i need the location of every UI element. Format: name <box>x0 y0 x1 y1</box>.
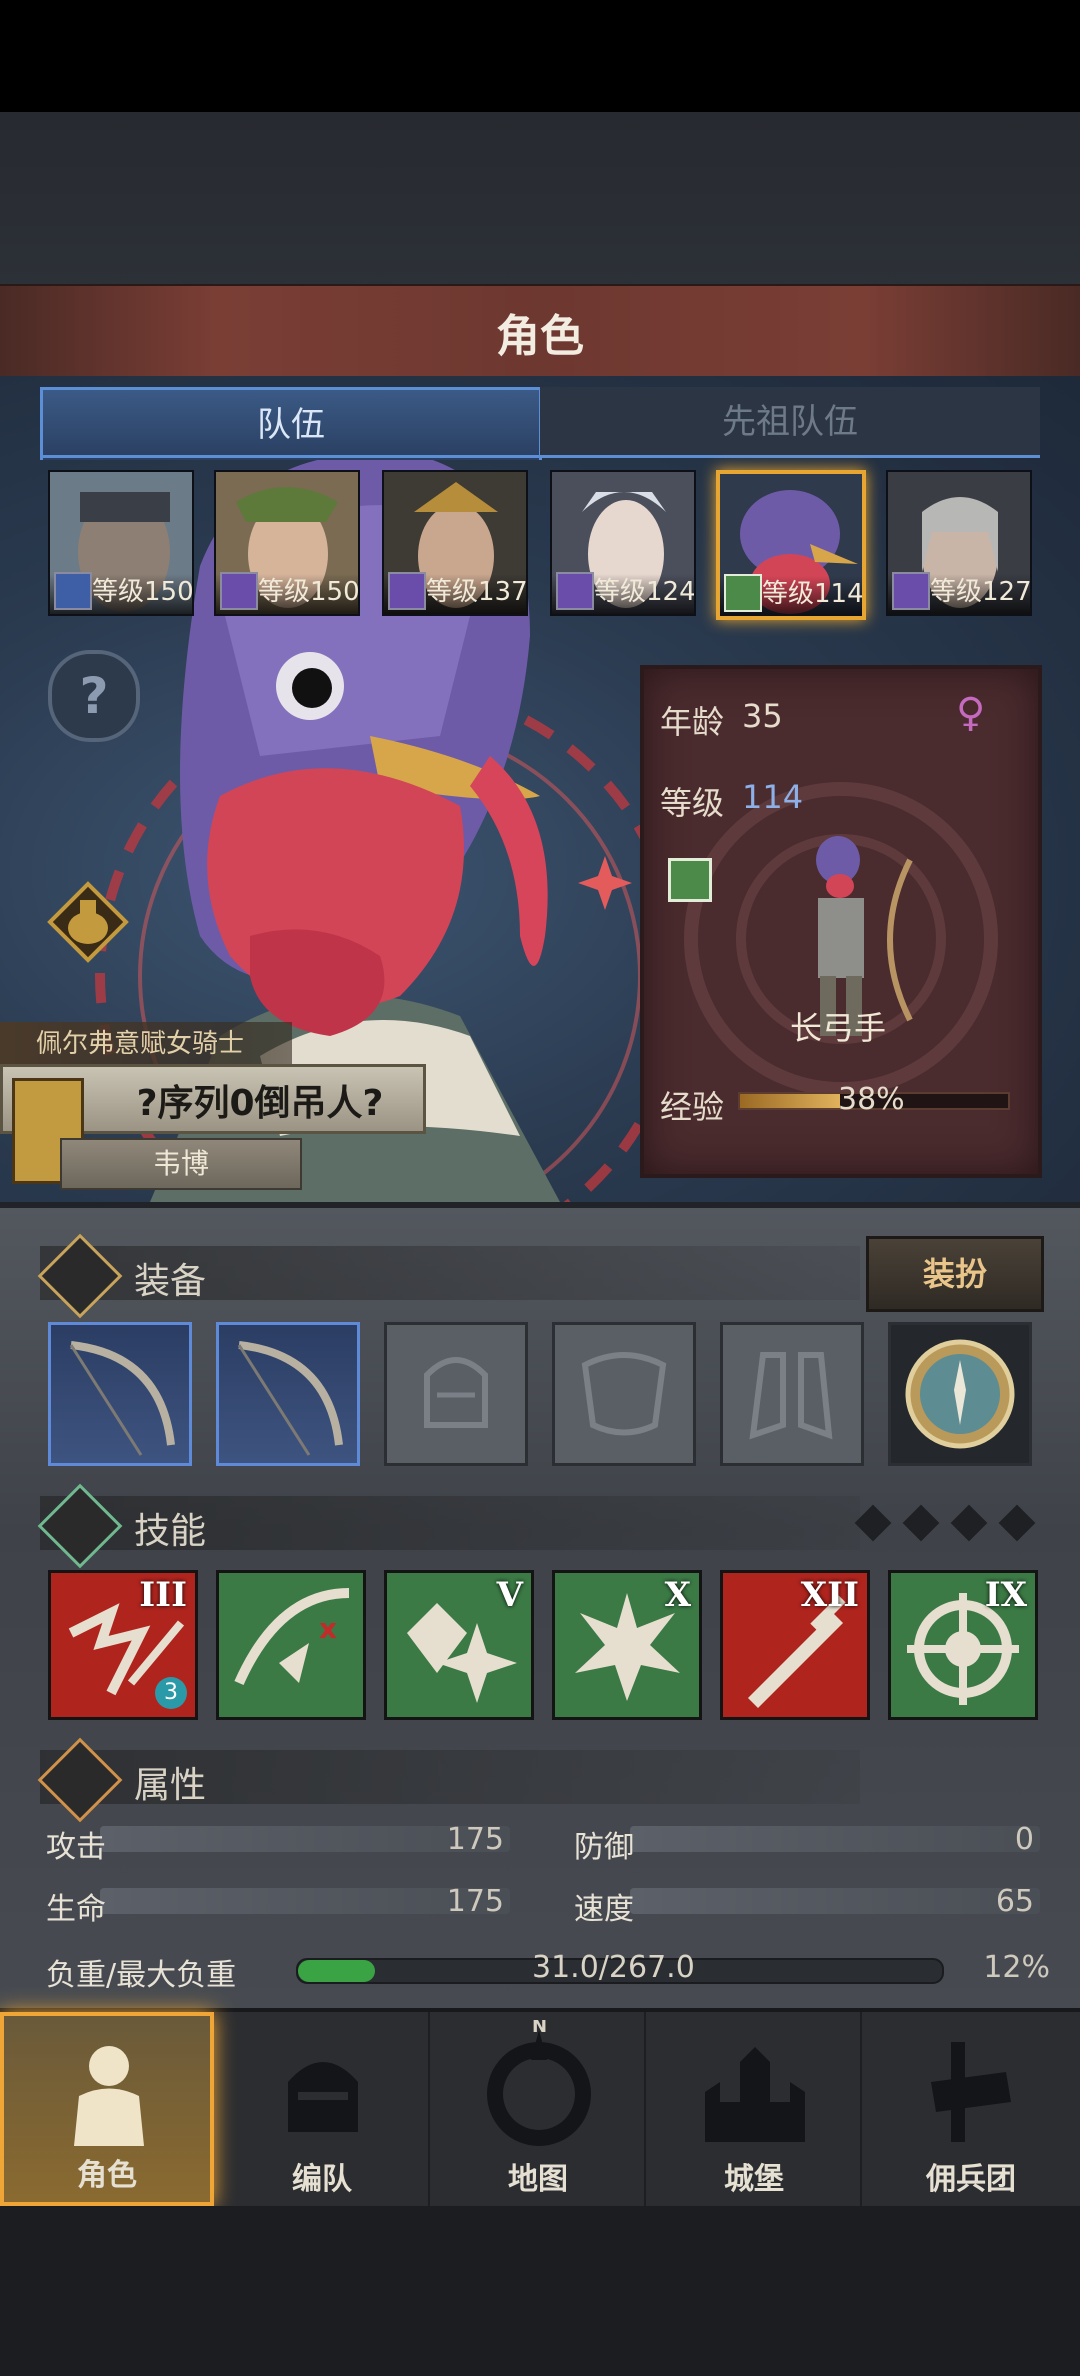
nav-formation[interactable]: 编队 <box>216 2012 430 2206</box>
page-title: 角色 <box>496 311 584 362</box>
tab-underline <box>40 455 1040 458</box>
nav-castle[interactable]: 城堡 <box>648 2012 862 2206</box>
skill-3[interactable]: V <box>384 1570 534 1720</box>
staff-icon <box>556 572 594 610</box>
staff-icon <box>220 572 258 610</box>
defense-label: 防御 <box>574 1830 634 1865</box>
trinket-icon <box>905 1339 1015 1449</box>
female-icon: ♀ <box>956 690 986 736</box>
bow-icon <box>237 1341 343 1456</box>
nav-character[interactable]: 角色 <box>0 2012 214 2206</box>
roster-level-2: 等级150 <box>258 577 360 607</box>
equipment-title: 装备 <box>134 1261 207 1302</box>
equip-slot-trinket[interactable] <box>888 1322 1032 1466</box>
svg-text:N: N <box>532 2020 547 2037</box>
helmet-icon <box>288 2062 358 2132</box>
nav-mercenaries[interactable]: 佣兵团 <box>864 2012 1078 2206</box>
hp-label: 生命 <box>46 1892 106 1927</box>
boots-icon <box>749 1352 833 1440</box>
level-label: 等级 <box>660 784 725 822</box>
equip-slot-boots[interactable] <box>720 1322 864 1466</box>
attack-label: 攻击 <box>46 1830 106 1865</box>
exp-bar-fill <box>740 1094 840 1108</box>
helmet-icon <box>424 1357 488 1428</box>
nav-map[interactable]: N 地图 <box>432 2012 646 2206</box>
defense-value: 0 <box>1014 1822 1034 1857</box>
equip-slot-armor[interactable] <box>552 1322 696 1466</box>
house-title: 佩尔弗意赋女骑士 <box>0 1022 292 1066</box>
skill-rank: V <box>496 1575 523 1615</box>
compass-icon: N <box>487 2020 591 2146</box>
speed-value: 65 <box>995 1884 1034 1919</box>
bow-icon <box>69 1341 175 1456</box>
equip-slot-bow-1[interactable] <box>48 1322 192 1466</box>
tab-team[interactable]: 队伍 <box>40 387 542 460</box>
status-bar-area <box>0 0 1080 112</box>
roster-level-5: 等级114 <box>762 579 864 609</box>
exp-label: 经验 <box>660 1088 725 1126</box>
equip-slot-helmet[interactable] <box>384 1322 528 1466</box>
exp-percent: 38% <box>838 1082 905 1117</box>
roster-slot-5-selected[interactable]: 等级114 <box>716 470 866 620</box>
skill-rank: III <box>139 1575 187 1615</box>
knight-icon <box>74 2046 144 2146</box>
speed-label: 速度 <box>574 1892 634 1927</box>
character-name[interactable]: ?序列0倒吊人? <box>110 1074 410 1126</box>
equip-slot-bow-2[interactable] <box>216 1322 360 1466</box>
skill-1[interactable]: III 3 <box>48 1570 198 1720</box>
roster-slot-4[interactable]: 等级124 <box>550 470 696 616</box>
attack-value: 175 <box>446 1822 504 1857</box>
roster-slot-1[interactable]: 等级150 <box>48 470 194 616</box>
attributes-title: 属性 <box>134 1765 207 1806</box>
staff-icon <box>388 572 426 610</box>
potion-icon <box>47 881 129 963</box>
staff-icon <box>892 572 930 610</box>
skill-6[interactable]: IX <box>888 1570 1038 1720</box>
question-icon: ? <box>79 667 109 725</box>
roster-slot-3[interactable]: 等级137 <box>382 470 528 616</box>
roster-level-4: 等级124 <box>594 577 696 607</box>
hp-value: 175 <box>446 1884 504 1919</box>
skill-level-badge: 3 <box>155 1677 187 1709</box>
character-subtitle: 韦博 <box>60 1138 302 1190</box>
skills-title: 技能 <box>134 1511 207 1552</box>
mercenary-icon <box>931 2042 1011 2142</box>
roster-slot-2[interactable]: 等级150 <box>214 470 360 616</box>
bow-icon <box>724 574 762 612</box>
load-label: 负重/最大负重 <box>46 1958 237 1993</box>
top-backdrop <box>0 112 1080 284</box>
ranged-strike-icon: x <box>234 1588 350 1686</box>
skill-5[interactable]: XII <box>720 1570 870 1720</box>
skill-4[interactable]: X <box>552 1570 702 1720</box>
roster-level-6: 等级127 <box>930 577 1032 607</box>
skill-2[interactable]: x <box>216 1570 366 1720</box>
roster-slot-6[interactable]: 等级127 <box>886 470 1032 616</box>
system-nav-area <box>0 2206 1080 2376</box>
skill-rank: IX <box>984 1575 1027 1615</box>
tab-ancestor-team[interactable]: 先祖队伍 <box>540 387 1040 457</box>
load-bar-fill <box>298 1960 375 1982</box>
load-percent: 12% <box>983 1950 1050 1985</box>
roster-level-1: 等级150 <box>92 577 194 607</box>
load-value: 31.0/267.0 <box>532 1950 695 1985</box>
age-label: 年龄 <box>660 703 725 741</box>
svg-text:x: x <box>319 1612 337 1645</box>
roster-level-3: 等级137 <box>426 577 528 607</box>
level-value: 114 <box>742 778 804 816</box>
dress-up-button[interactable]: 装扮 <box>866 1236 1044 1312</box>
skill-rank: XII <box>800 1575 859 1615</box>
sword-icon <box>54 572 92 610</box>
bow-class-icon <box>668 858 712 902</box>
castle-icon <box>705 2047 805 2142</box>
skill-rank: X <box>664 1575 691 1615</box>
help-button[interactable]: ? <box>48 650 140 742</box>
potion-button[interactable] <box>46 880 130 964</box>
armor-icon <box>581 1352 667 1436</box>
age-value: 35 <box>742 697 783 735</box>
class-name: 长弓手 <box>790 1009 887 1047</box>
